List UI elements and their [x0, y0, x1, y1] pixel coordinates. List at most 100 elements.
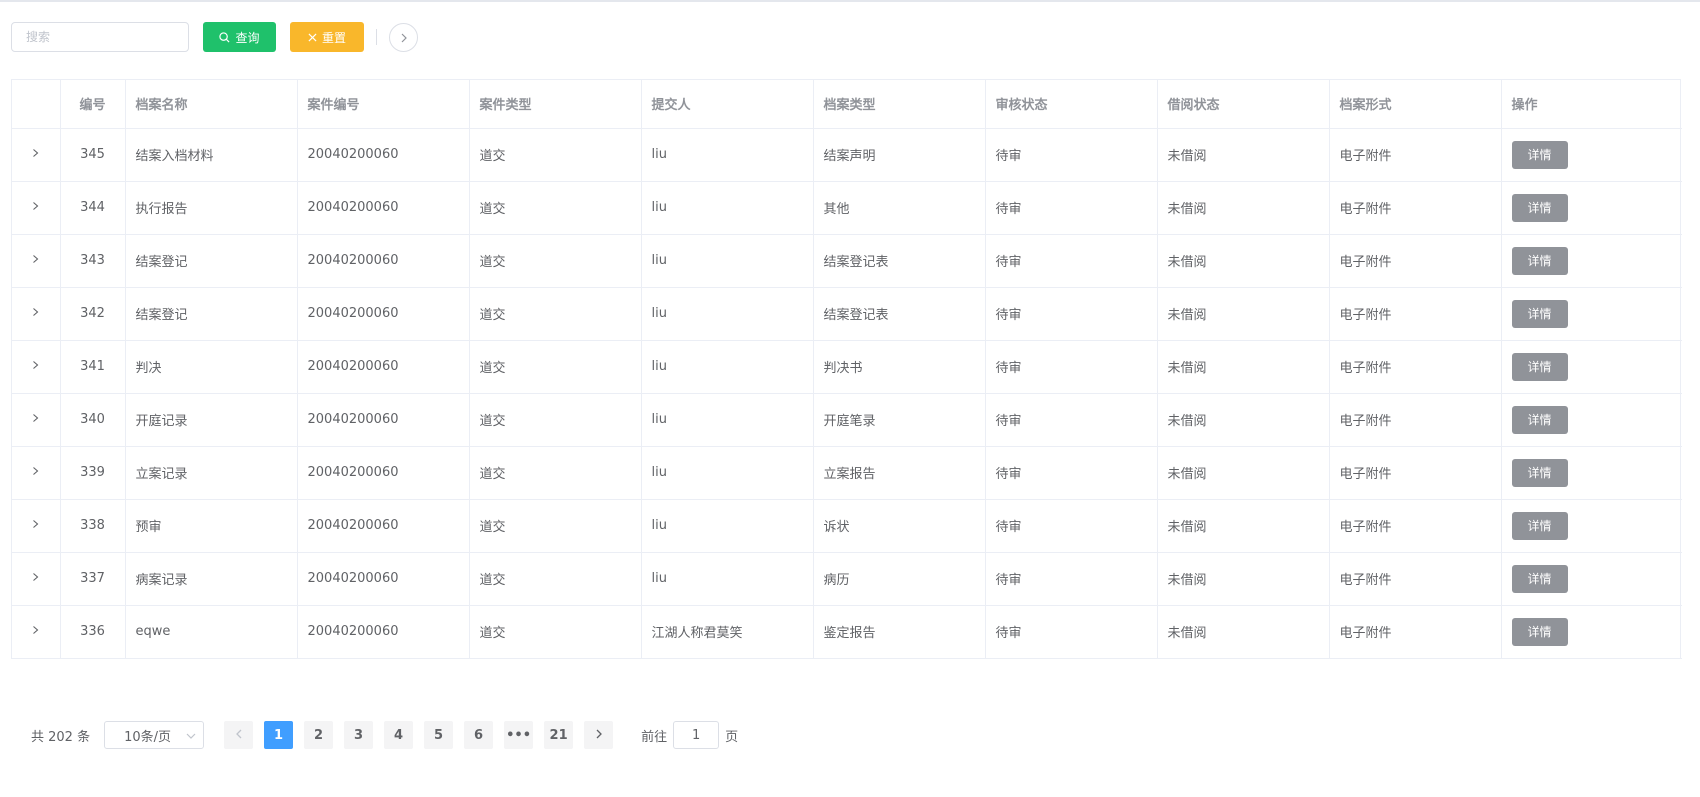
row-expand-toggle[interactable] [12, 499, 61, 553]
cell-case-type: 道交 [469, 287, 642, 341]
cell-actions: 详情 [1501, 393, 1682, 447]
cell-id: 336 [60, 605, 126, 659]
detail-button[interactable]: 详情 [1511, 352, 1568, 381]
cell-id: 344 [60, 181, 126, 235]
chevron-right-icon [32, 147, 39, 162]
page-button[interactable]: 6 [464, 721, 494, 749]
chevron-right-icon [595, 728, 603, 743]
header-case-number: 案件编号 [297, 80, 470, 129]
query-button[interactable]: 查询 [203, 22, 276, 52]
row-expand-toggle[interactable] [12, 393, 61, 447]
cell-borrow-status: 未借阅 [1157, 287, 1330, 341]
top-divider [0, 0, 1700, 2]
row-expand-toggle[interactable] [12, 234, 61, 288]
header-case-type: 案件类型 [469, 80, 642, 129]
reset-button[interactable]: 重置 [290, 22, 364, 52]
detail-button[interactable]: 详情 [1511, 511, 1568, 540]
row-expand-toggle[interactable] [12, 340, 61, 394]
cell-submitter: liu [641, 181, 814, 235]
cell-id: 342 [60, 287, 126, 341]
chevron-right-icon [32, 412, 39, 427]
page-size-value: 10条/页 [124, 729, 172, 745]
chevron-right-icon [32, 465, 39, 480]
goto-prefix: 前往 [641, 729, 668, 745]
cell-borrow-status: 未借阅 [1157, 181, 1330, 235]
chevron-right-icon [32, 518, 39, 533]
cell-submitter: liu [641, 234, 814, 288]
page-button[interactable]: 5 [424, 721, 454, 749]
row-expand-toggle[interactable] [12, 128, 61, 182]
cell-case-type: 道交 [469, 499, 642, 553]
cell-archive-name: 病案记录 [125, 552, 298, 606]
header-borrow-status: 借阅状态 [1157, 80, 1330, 129]
prev-page-button[interactable] [224, 721, 254, 749]
page-ellipsis[interactable]: ••• [504, 721, 534, 749]
chevron-right-icon [400, 28, 408, 47]
cell-review-status: 待审 [985, 552, 1158, 606]
page-button[interactable]: 1 [264, 721, 294, 749]
cell-archive-type: 结案登记表 [813, 287, 986, 341]
row-expand-toggle[interactable] [12, 552, 61, 606]
search-icon [219, 31, 230, 43]
cell-review-status: 待审 [985, 499, 1158, 553]
chevron-right-icon [32, 359, 39, 374]
detail-button[interactable]: 详情 [1511, 405, 1568, 434]
header-submitter: 提交人 [641, 80, 814, 129]
cell-actions: 详情 [1501, 446, 1682, 500]
next-page-button[interactable] [584, 721, 614, 749]
cell-case-number: 20040200060 [297, 234, 470, 288]
page-button[interactable]: 2 [304, 721, 334, 749]
pagination: 共 202 条 10条/页 123456 ••• 21 前往 页 [31, 721, 738, 749]
cell-id: 345 [60, 128, 126, 182]
chevron-right-icon [32, 200, 39, 215]
header-review-status: 审核状态 [985, 80, 1158, 129]
cell-case-type: 道交 [469, 234, 642, 288]
cell-archive-form: 电子附件 [1329, 340, 1502, 394]
table-row: 344 执行报告 20040200060 道交 liu 其他 待审 未借阅 电子附件 详情 [12, 181, 1682, 235]
row-expand-toggle[interactable] [12, 181, 61, 235]
cell-archive-type: 结案声明 [813, 128, 986, 182]
chevron-right-icon [32, 306, 39, 321]
detail-button[interactable]: 详情 [1511, 140, 1568, 169]
cell-case-type: 道交 [469, 393, 642, 447]
cell-archive-form: 电子附件 [1329, 552, 1502, 606]
goto-page-input[interactable] [673, 721, 720, 749]
cell-archive-name: 判决 [125, 340, 298, 394]
cell-archive-name: eqwe [125, 605, 298, 659]
detail-button[interactable]: 详情 [1511, 564, 1568, 593]
detail-button[interactable]: 详情 [1511, 299, 1568, 328]
cell-submitter: 江湖人称君莫笑 [641, 605, 814, 659]
cell-archive-form: 电子附件 [1329, 446, 1502, 500]
cell-case-type: 道交 [469, 446, 642, 500]
archive-table: 编号 档案名称 案件编号 案件类型 提交人 档案类型 审核状态 借阅状态 档案形… [11, 79, 1682, 659]
detail-button[interactable]: 详情 [1511, 246, 1568, 275]
detail-button[interactable]: 详情 [1511, 193, 1568, 222]
cell-actions: 详情 [1501, 181, 1682, 235]
cell-archive-type: 立案报告 [813, 446, 986, 500]
page-button[interactable]: 21 [544, 721, 574, 749]
cell-archive-type: 其他 [813, 181, 986, 235]
cell-archive-type: 判决书 [813, 340, 986, 394]
page-size-select[interactable]: 10条/页 [104, 721, 205, 749]
cell-case-type: 道交 [469, 552, 642, 606]
header-actions: 操作 [1501, 80, 1682, 129]
cell-review-status: 待审 [985, 128, 1158, 182]
detail-button[interactable]: 详情 [1511, 617, 1568, 646]
cell-actions: 详情 [1501, 287, 1682, 341]
row-expand-toggle[interactable] [12, 605, 61, 659]
cell-submitter: liu [641, 340, 814, 394]
detail-button[interactable]: 详情 [1511, 458, 1568, 487]
cell-actions: 详情 [1501, 128, 1682, 182]
row-expand-toggle[interactable] [12, 287, 61, 341]
row-expand-toggle[interactable] [12, 446, 61, 500]
cell-archive-type: 鉴定报告 [813, 605, 986, 659]
cell-actions: 详情 [1501, 552, 1682, 606]
cell-review-status: 待审 [985, 234, 1158, 288]
cell-borrow-status: 未借阅 [1157, 499, 1330, 553]
toggle-circle-button[interactable] [389, 22, 418, 52]
cell-archive-name: 结案入档材料 [125, 128, 298, 182]
cell-borrow-status: 未借阅 [1157, 234, 1330, 288]
search-input[interactable] [11, 22, 189, 52]
page-button[interactable]: 3 [344, 721, 374, 749]
page-button[interactable]: 4 [384, 721, 414, 749]
